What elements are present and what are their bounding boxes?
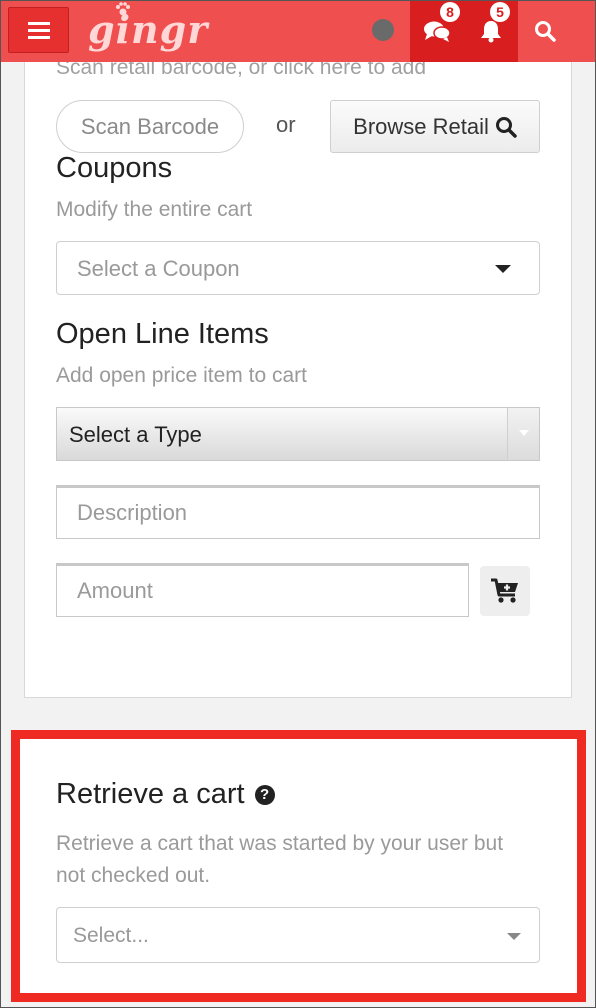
chat-icon [424, 21, 451, 42]
bell-icon [481, 21, 501, 43]
messages-count-badge: 8 [440, 2, 460, 22]
cart-plus-icon [491, 578, 518, 603]
item-type-select[interactable]: Select a Type [56, 407, 540, 461]
coupons-subtitle: Modify the entire cart [56, 198, 253, 221]
hamburger-menu-button[interactable] [8, 7, 69, 53]
notifications-button[interactable]: 5 [464, 0, 518, 62]
retrieve-cart-select[interactable]: Select... [56, 907, 540, 963]
caret-down-icon [507, 408, 539, 460]
top-nav-bar: gingr 8 5 [0, 0, 596, 62]
open-line-items-heading: Open Line Items [56, 318, 269, 350]
status-indicator [372, 19, 394, 41]
add-to-cart-button[interactable] [480, 566, 530, 616]
retrieve-cart-heading: Retrieve a cart ? [56, 778, 275, 811]
retrieve-cart-description: Retrieve a cart that was started by your… [56, 832, 504, 887]
logo-text: gingr [88, 7, 209, 52]
coupon-select-placeholder: Select a Coupon [77, 256, 240, 281]
description-input[interactable] [56, 485, 540, 539]
messages-button[interactable]: 8 [410, 0, 464, 62]
menu-icon [27, 22, 50, 39]
retrieve-cart-select-placeholder: Select... [73, 924, 149, 947]
paw-icon [116, 2, 130, 16]
notifications-count-badge: 5 [490, 2, 510, 22]
scan-barcode-button[interactable]: Scan Barcode [56, 100, 244, 153]
help-icon[interactable]: ? [254, 784, 275, 805]
search-icon [495, 116, 517, 138]
browse-retail-button[interactable]: Browse Retail [330, 100, 540, 153]
caret-down-icon [507, 933, 521, 940]
amount-input[interactable] [56, 563, 469, 617]
item-type-select-value: Select a Type [69, 422, 202, 447]
caret-down-icon [495, 265, 511, 273]
or-separator: or [276, 112, 296, 137]
retrieve-cart-title: Retrieve a cart [56, 778, 245, 810]
coupons-heading: Coupons [56, 152, 173, 184]
browse-retail-label: Browse Retail [353, 113, 489, 139]
gingr-logo[interactable]: gingr [88, 8, 208, 52]
search-icon [535, 21, 556, 42]
open-line-items-subtitle: Add open price item to cart [56, 364, 307, 387]
coupon-select[interactable]: Select a Coupon [56, 241, 540, 295]
header-search-button[interactable] [518, 0, 572, 62]
